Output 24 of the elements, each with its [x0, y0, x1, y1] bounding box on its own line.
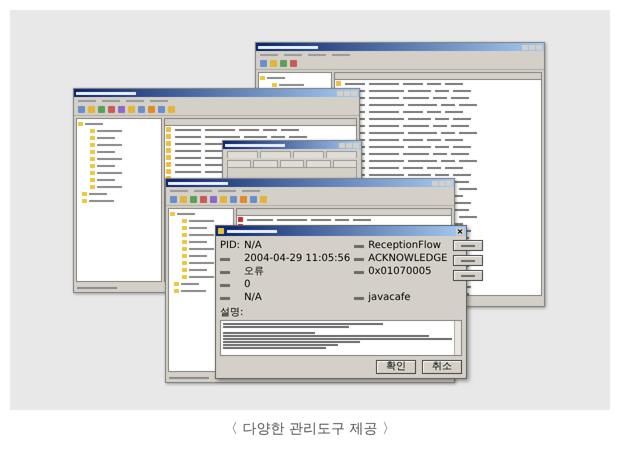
field-label-drawing [354, 296, 364, 300]
dialog-button[interactable]: 확인 [376, 360, 416, 374]
field-value: N/A [244, 292, 263, 304]
dialog-button[interactable] [453, 240, 484, 251]
field-label: PID: [220, 240, 240, 252]
dialog-button[interactable] [453, 255, 484, 266]
field-value: N/A [244, 240, 263, 252]
caption-text: 〈 다양한 관리도구 제공 〉 [224, 420, 396, 438]
dialog-title-drawing [227, 230, 277, 232]
field-value: javacafe [368, 292, 412, 304]
field-label-drawing [354, 258, 364, 260]
field-label-drawing [354, 244, 364, 248]
field-value: ACKNOWLEDGE [368, 253, 448, 265]
field-value: 오류 [244, 266, 266, 278]
dialog-button[interactable]: 취소 [422, 360, 462, 374]
close-icon[interactable] [456, 228, 464, 234]
field-value: ReceptionFlow [368, 240, 442, 252]
dialog-button[interactable] [453, 270, 484, 281]
field-value: 0x01070005 [368, 266, 432, 278]
field-value: 0 [244, 279, 252, 291]
window-icon [218, 228, 224, 234]
field-label-drawing [354, 270, 364, 274]
description-label: 설명: [219, 306, 244, 320]
field-value: 2004-04-29 11:05:56 [244, 253, 350, 265]
